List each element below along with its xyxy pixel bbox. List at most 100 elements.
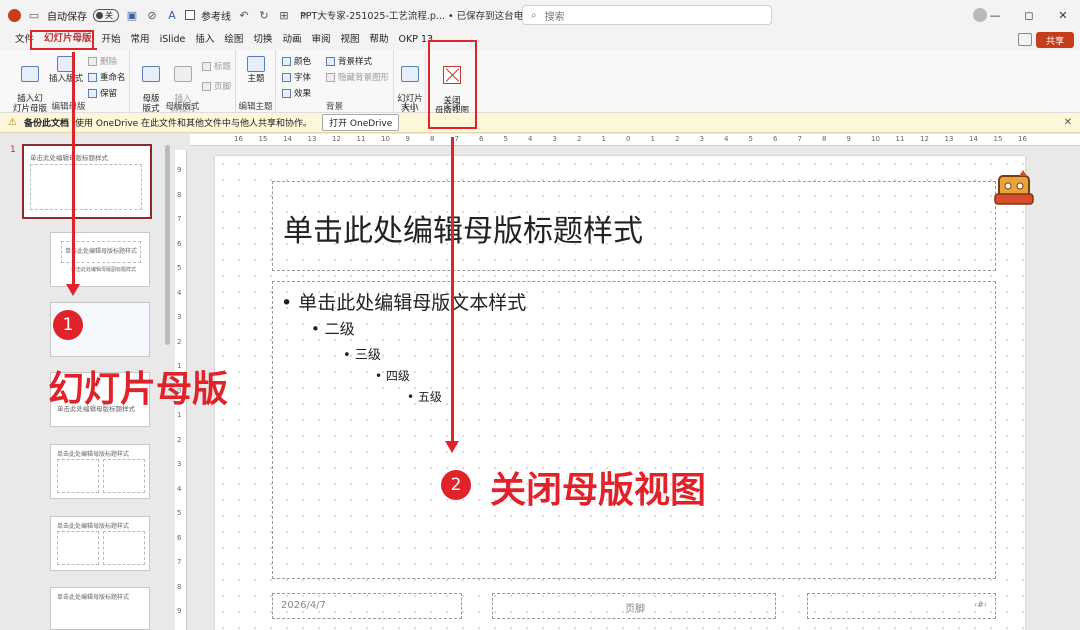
thumbnail-layout-5[interactable]: 单击此处编辑母版标题样式 — [50, 516, 150, 571]
tab-common[interactable]: 常用 — [126, 30, 155, 50]
fonts-button[interactable]: 字体 — [282, 71, 311, 83]
level-3-text: 三级 — [354, 348, 381, 363]
tab-islide[interactable]: iSlide — [155, 30, 191, 50]
rename-label: 重命名 — [100, 73, 126, 83]
ruler-tick-label: 5 — [177, 264, 182, 272]
ruler-tick-label: 6 — [177, 239, 182, 248]
thumb-title: 单击此处编辑母版标题样式 — [65, 248, 138, 255]
title-placeholder-text: 单击此处编辑母版标题样式 — [283, 214, 643, 249]
group-edit-master: 插入幻 灯片母版 插入版式 删除 重命名 保留 编辑母版 — [8, 50, 130, 114]
undo-icon[interactable]: ↶ — [237, 8, 251, 22]
slide-number-text: ‹#› — [973, 600, 987, 609]
save-icon[interactable]: ▣ — [125, 8, 139, 22]
text-box-icon[interactable]: A — [165, 8, 179, 22]
comment-icon[interactable] — [1018, 33, 1032, 46]
thumbnail-layout-6[interactable]: 单击此处编辑母版标题样式 — [50, 587, 150, 630]
tab-insert[interactable]: 插入 — [190, 30, 219, 50]
thumbnail-scrollbar[interactable] — [165, 145, 170, 345]
date-placeholder[interactable]: 2026/4/7 — [272, 593, 462, 619]
thumb-title: 单击此处编辑母版标题样式 — [57, 523, 130, 530]
title-cb-label: 标题 — [214, 62, 232, 72]
body-placeholder[interactable]: • 单击此处编辑母版文本样式 • 二级 • 三级 • 四级 • 五级 — [272, 281, 996, 579]
ruler-tick-label: 2 — [675, 135, 680, 143]
tab-review[interactable]: 审阅 — [306, 30, 335, 50]
arrow-1-head — [66, 284, 80, 296]
ruler-tick-label: 4 — [724, 135, 729, 143]
footer-placeholder[interactable]: 页脚 — [492, 593, 776, 619]
ruler-tick-label: 2 — [577, 135, 582, 143]
master-slide[interactable]: 单击此处编辑母版标题样式 • 单击此处编辑母版文本样式 • 二级 • 三级 • … — [215, 156, 1034, 630]
search-box[interactable]: ⌕ 搜索 — [522, 5, 772, 25]
title-placeholder[interactable]: 单击此处编辑母版标题样式 — [272, 181, 996, 271]
rename-icon — [88, 72, 97, 82]
preserve-button[interactable]: 保留 — [88, 87, 117, 99]
close-window-button[interactable]: ✕ — [1046, 9, 1080, 22]
colors-label: 颜色 — [294, 57, 312, 67]
tab-animations[interactable]: 动画 — [277, 30, 306, 50]
ruler-tick-label: 7 — [797, 135, 802, 143]
ruler-tick-label: 3 — [177, 460, 182, 468]
tab-transitions[interactable]: 切换 — [248, 30, 277, 50]
monitor-icon[interactable]: ▭ — [27, 8, 41, 22]
close-notification-icon[interactable]: ✕ — [1064, 117, 1072, 128]
insert-layout-button[interactable]: 插入版式 — [48, 56, 84, 84]
ruler-tick-label: 15 — [258, 135, 268, 143]
group-size: 幻灯片 大小 大小 — [394, 50, 426, 114]
insert-layout-label: 插入版式 — [48, 74, 83, 84]
preserve-icon — [88, 88, 97, 98]
redo-icon[interactable]: ↻ — [257, 8, 271, 22]
bg-styles-button[interactable]: 背景样式 — [326, 55, 372, 67]
fonts-label: 字体 — [294, 73, 312, 83]
search-placeholder: 搜索 — [544, 11, 565, 23]
tab-home[interactable]: 开始 — [97, 30, 126, 50]
theme-button[interactable]: 主题 — [241, 56, 271, 84]
step-1-badge: 1 — [53, 310, 83, 340]
ruler-tick-label: 9 — [846, 135, 851, 143]
autosave-toggle[interactable]: 关 — [93, 8, 119, 22]
footer-checkbox[interactable]: 页脚 — [202, 80, 231, 92]
hide-bg-checkbox[interactable]: 隐藏背景图形 — [326, 71, 389, 83]
thumb-title: 单击此处编辑母版标题样式 — [57, 451, 130, 458]
group-edit-theme: 主题 编辑主题 — [236, 50, 276, 113]
insert-master-icon — [21, 66, 39, 82]
maximize-button[interactable]: ◻ — [1012, 9, 1046, 22]
ruler-tick-label: 8 — [430, 135, 435, 143]
title-checkbox[interactable]: 标题 — [202, 60, 231, 72]
reference-checkbox[interactable] — [185, 10, 195, 20]
slide-number: 1 — [10, 145, 16, 155]
slide-size-icon — [401, 66, 419, 82]
level-4-text: 四级 — [385, 369, 410, 383]
tab-help[interactable]: 帮助 — [364, 30, 393, 50]
ruler-tick-label: 14 — [283, 135, 292, 143]
tab-view[interactable]: 视图 — [335, 30, 364, 50]
arrange-icon[interactable]: ⊞ — [277, 8, 291, 22]
checkbox-icon — [202, 61, 211, 71]
rename-button[interactable]: 重命名 — [88, 71, 126, 83]
ruler-tick-label: 2 — [177, 435, 182, 444]
slide-number-placeholder[interactable]: ‹#› — [807, 593, 996, 619]
ruler-tick-label: 13 — [944, 135, 954, 143]
share-button[interactable]: 共享 — [1036, 32, 1074, 48]
colors-button[interactable]: 颜色 — [282, 55, 311, 67]
ruler-tick-label: 7 — [177, 558, 182, 566]
tab-draw[interactable]: 绘图 — [219, 30, 248, 50]
delete-button[interactable]: 删除 — [88, 55, 117, 67]
minimize-button[interactable]: — — [978, 9, 1012, 22]
layout-icon[interactable]: ⊘ — [145, 8, 159, 22]
ruler-tick-label: 15 — [993, 135, 1003, 143]
ruler-tick-label: 13 — [307, 135, 317, 143]
document-title[interactable]: PPT大专家-251025-工艺流程.p... • 已保存到这台电脑 ⌄ — [300, 0, 544, 30]
thumbnail-layout-1[interactable]: 单击此处编辑母版标题样式 单击此处编辑母版副标题样式 — [50, 232, 150, 287]
thumbnail-layout-4[interactable]: 单击此处编辑母版标题样式 — [50, 444, 150, 499]
group-label: 编辑主题 — [238, 102, 273, 112]
ruler-tick-label: 3 — [552, 135, 557, 143]
ruler-tick-label: 4 — [177, 484, 182, 493]
ruler-tick-label: 6 — [177, 533, 182, 542]
open-onedrive-button[interactable]: 打开 OneDrive — [322, 114, 400, 131]
effects-button[interactable]: 效果 — [282, 87, 311, 99]
preserve-label: 保留 — [100, 89, 118, 99]
ruler-tick-label: 10 — [871, 135, 880, 143]
body-level-2: • 二级 — [311, 320, 355, 338]
step-1-callout: 幻灯片母版 — [48, 369, 229, 410]
thumbnail-master[interactable]: 单击此处编辑母版标题样式 — [22, 144, 152, 219]
